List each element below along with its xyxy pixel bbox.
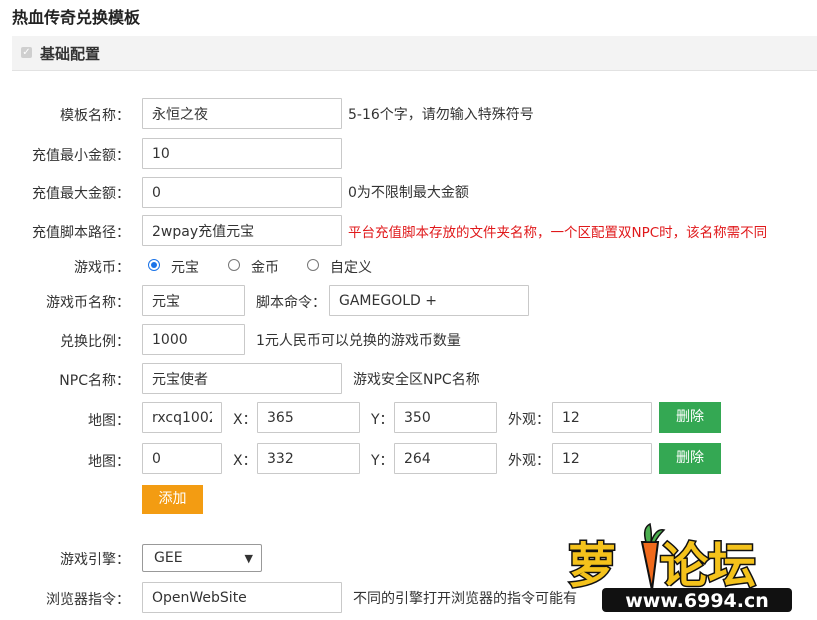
radio-custom-label[interactable]: 自定义 [330,257,372,277]
radio-yuanbao-label[interactable]: 元宝 [171,257,199,277]
section-title: 基础配置 [40,45,101,63]
map-x-input[interactable] [257,402,360,433]
radio-yuanbao[interactable] [148,259,160,271]
min-amount-input[interactable] [142,138,342,169]
svg-text:萝: 萝 [568,538,616,594]
engine-label: 游戏引擎： [60,552,130,568]
chevron-down-icon: ▼ [244,552,253,565]
currency-name-label: 游戏币名称： [46,295,130,311]
browser-cmd-label: 浏览器指令： [46,592,130,608]
map-label: 地图： [88,413,130,429]
script-path-label: 充值脚本路径： [32,225,130,241]
npc-name-hint: 游戏安全区NPC名称 [353,372,480,388]
template-name-hint: 5-16个字，请勿输入特殊符号 [348,107,534,123]
collapse-check-icon[interactable]: ✓ [21,47,32,58]
map-y-input[interactable] [394,402,497,433]
template-name-input[interactable] [142,98,342,129]
map-look-input[interactable] [552,443,652,474]
map-look-input[interactable] [552,402,652,433]
min-amount-label: 充值最小金额： [32,148,130,164]
radio-custom[interactable] [307,259,319,271]
template-name-label: 模板名称： [60,108,130,124]
browser-cmd-hint: 不同的引擎打开浏览器的指令可能有 [353,591,577,607]
script-cmd-label: 脚本命令： [256,295,326,311]
map-look-label: 外观： [508,453,550,469]
npc-name-label: NPC名称： [59,373,130,389]
radio-jinbi-label[interactable]: 金币 [251,257,279,277]
npc-name-input[interactable] [142,363,342,394]
max-amount-input[interactable] [142,177,342,208]
map-x-input[interactable] [257,443,360,474]
watermark-logo: 萝 论坛 www.6994.cn [567,522,792,612]
svg-text:www.6994.cn: www.6994.cn [625,590,769,612]
section-header[interactable]: ✓ 基础配置 [12,36,817,71]
map-look-label: 外观： [508,412,550,428]
script-path-hint: 平台充值脚本存放的文件夹名称，一个区配置双NPC时，该名称需不同 [348,225,768,241]
delete-map-button[interactable]: 删除 [659,443,721,474]
map-x-label: X： [233,412,257,428]
map-y-input[interactable] [394,443,497,474]
max-amount-hint: 0为不限制最大金额 [348,185,469,201]
max-amount-label: 充值最大金额： [32,186,130,202]
ratio-hint: 1元人民币可以兑换的游戏币数量 [256,333,461,349]
script-path-input[interactable] [142,215,342,246]
map-x-label: X： [233,453,257,469]
map-label: 地图： [88,454,130,470]
browser-cmd-input[interactable] [142,582,342,613]
currency-label: 游戏币： [74,260,130,276]
map-input[interactable] [142,443,222,474]
engine-select-value: GEE [154,550,183,566]
ratio-input[interactable] [142,324,245,355]
radio-jinbi[interactable] [228,259,240,271]
delete-map-button[interactable]: 删除 [659,402,721,433]
map-y-label: Y： [371,453,394,469]
currency-name-input[interactable] [142,285,245,316]
svg-text:论坛: 论坛 [660,538,756,594]
map-y-label: Y： [371,412,394,428]
ratio-label: 兑换比例： [60,334,130,350]
page-title: 热血传奇兑换模板 [12,8,141,27]
map-input[interactable] [142,402,222,433]
script-cmd-input[interactable] [329,285,529,316]
engine-select[interactable]: GEE ▼ [142,544,262,572]
add-map-button[interactable]: 添加 [142,485,203,514]
